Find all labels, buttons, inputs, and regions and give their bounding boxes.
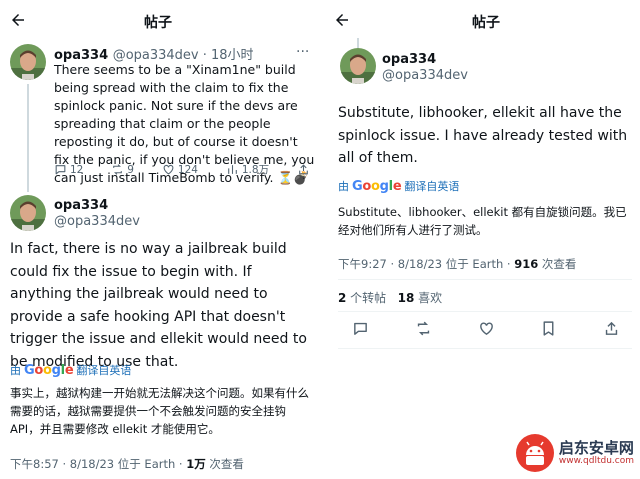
google-translate-label[interactable]: 由 Google 翻译自英语 <box>338 178 459 194</box>
top-bar: 帖子 <box>330 0 640 42</box>
translated-text: 事实上，越狱构建一开始就无法解决这个问题。如果有什么需要的话，越狱需要提供一个不… <box>10 386 309 436</box>
google-translate-label[interactable]: 由 Google 翻译自英语 <box>10 362 131 378</box>
translated-text: Substitute、libhooker、ellekit 都有自旋锁问题。我已经… <box>338 205 627 237</box>
user-avatar-icon <box>340 48 376 84</box>
repost-count: 9 <box>127 163 134 176</box>
author-name[interactable]: opa334 <box>54 198 108 213</box>
likes-stat[interactable]: 18 喜欢 <box>398 291 443 305</box>
post-meta: 下午8:57 · 8/18/23 位于 Earth · 1万 次查看 <box>10 456 244 472</box>
translate-by: 由 <box>338 180 349 193</box>
divider <box>338 348 632 349</box>
translate-label: 翻译自英语 <box>76 364 132 377</box>
repost-icon <box>113 164 123 175</box>
repost-button[interactable] <box>415 320 432 337</box>
android-logo-icon <box>515 434 554 472</box>
post-text: Substitute, libhooker, ellekit all have … <box>338 105 628 166</box>
user-avatar-icon <box>10 44 46 80</box>
watermark-url: www.qdltdu.com <box>558 456 634 466</box>
heart-icon <box>163 164 174 175</box>
top-bar: 帖子 <box>0 0 320 42</box>
post-time[interactable]: 下午9:27 · 8/18/23 位于 Earth · <box>338 257 514 271</box>
repost-icon <box>417 321 429 336</box>
reposts-label: 个转帖 <box>346 291 387 305</box>
avatar[interactable] <box>340 48 376 84</box>
like-count: 124 <box>177 163 198 176</box>
share-icon <box>605 321 618 335</box>
post-time[interactable]: 下午8:57 · 8/18/23 位于 Earth · <box>10 457 186 471</box>
reply-count: 12 <box>70 163 84 176</box>
arrow-left-icon <box>12 14 24 26</box>
share-icon <box>299 164 308 175</box>
post-actions <box>352 320 620 337</box>
watermark-name: 启东安卓网 <box>558 439 634 457</box>
engagement-stats: 2 个转帖 18 喜欢 <box>338 289 442 306</box>
left-post-view: 帖子 opa334 @opa334dev · 18小时 ··· There se… <box>0 0 320 479</box>
likes-label: 喜欢 <box>414 291 443 305</box>
views-count: 1.8万 <box>241 164 270 176</box>
comment-icon <box>55 165 66 175</box>
watermark: 启东安卓网 www.qdltdu.com <box>515 433 634 473</box>
reply-actions: 12 9 124 1.8万 <box>54 162 310 177</box>
repost-button[interactable]: 9 <box>111 163 134 176</box>
author-name[interactable]: opa334 <box>382 52 436 67</box>
reply-button[interactable] <box>352 320 369 337</box>
divider <box>338 279 632 280</box>
thread-line <box>27 84 29 192</box>
page-title: 帖子 <box>472 15 500 31</box>
post-meta: 下午9:27 · 8/18/23 位于 Earth · 916 次查看 <box>338 256 576 272</box>
google-logo: Google <box>352 178 402 194</box>
bookmark-button[interactable] <box>540 320 557 337</box>
author-handle[interactable]: @opa334dev <box>54 214 140 229</box>
share-button[interactable] <box>297 163 310 176</box>
bookmark-icon <box>543 321 554 336</box>
more-options-icon[interactable]: ··· <box>296 44 309 60</box>
share-button[interactable] <box>603 320 620 337</box>
avatar[interactable] <box>10 195 46 231</box>
thread-line <box>357 38 359 48</box>
post-text: In fact, there is no way a jailbreak bui… <box>10 241 307 370</box>
page-title: 帖子 <box>144 15 172 31</box>
views-count: 916 <box>514 257 539 271</box>
comment-icon <box>354 322 367 335</box>
views-label: 次查看 <box>205 457 244 471</box>
back-button[interactable] <box>6 8 30 32</box>
like-button[interactable] <box>478 320 495 337</box>
panel-divider <box>320 0 330 479</box>
like-button[interactable]: 124 <box>162 163 198 176</box>
translate-by: 由 <box>10 364 21 377</box>
heart-icon <box>479 322 493 336</box>
right-post-view: 帖子 opa334 @opa334dev Substitute, libhook… <box>330 0 640 479</box>
likes-count: 18 <box>397 291 415 305</box>
views-label: 次查看 <box>538 257 577 271</box>
views-button[interactable]: 1.8万 <box>226 162 269 177</box>
reposts-stat[interactable]: 2 个转帖 <box>338 291 386 305</box>
arrow-left-icon <box>336 14 348 26</box>
google-logo: Google <box>24 362 74 378</box>
bar-chart-icon <box>228 165 237 174</box>
user-avatar-icon <box>10 195 46 231</box>
views-count: 1万 <box>186 457 206 471</box>
avatar[interactable] <box>10 44 46 80</box>
back-button[interactable] <box>330 8 354 32</box>
reply-button[interactable]: 12 <box>54 163 83 176</box>
divider <box>338 311 632 312</box>
translate-label: 翻译自英语 <box>404 180 460 193</box>
author-handle[interactable]: @opa334dev <box>382 68 468 83</box>
